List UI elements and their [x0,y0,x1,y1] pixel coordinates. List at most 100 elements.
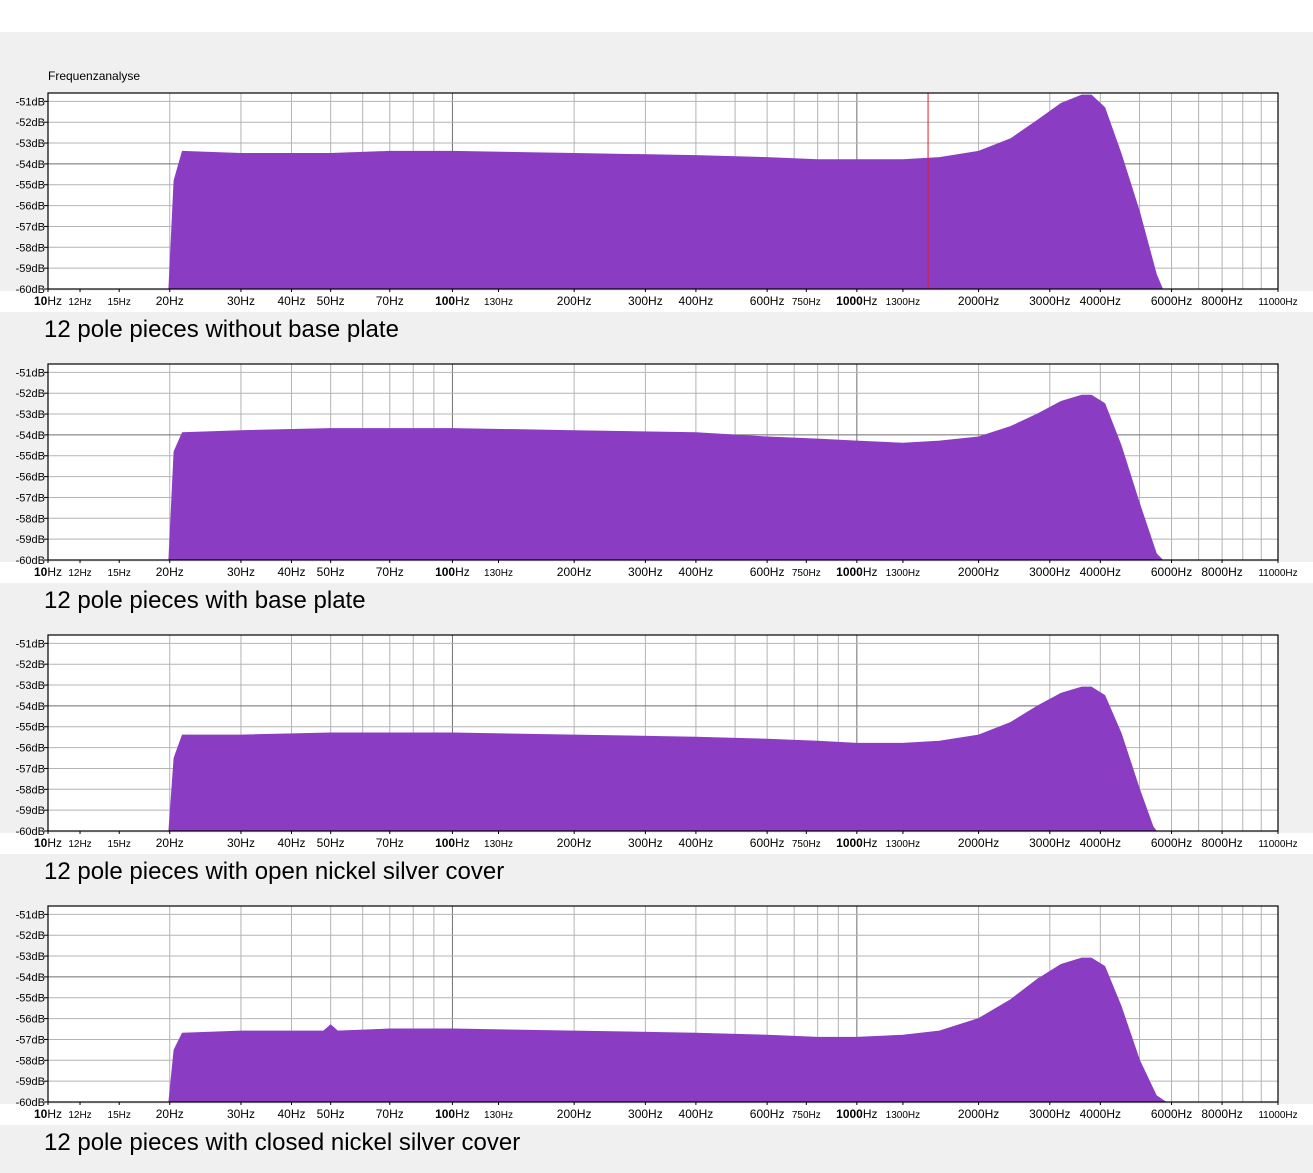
x-tick-label: 130Hz [484,568,513,579]
y-tick-label: -59dB [16,534,45,546]
x-tick-label: 1300Hz [886,839,920,850]
x-tick-label: 20Hz [156,294,184,308]
x-tick-label: 4000Hz [1080,1107,1121,1121]
x-tick-label: 200Hz [557,294,592,308]
y-tick-label: -59dB [16,1076,45,1088]
x-tick-label: 100Hz [435,294,470,308]
x-tick-label: 100Hz [435,565,470,579]
x-tick-label: 10Hz [34,565,62,579]
x-tick-label: 11000Hz [1258,297,1297,308]
y-tick-label: -55dB [16,180,45,192]
y-tick-label: -53dB [16,409,45,421]
x-tick-label: 70Hz [376,565,404,579]
x-tick-label: 1000Hz [836,294,877,308]
x-tick-label: 70Hz [376,294,404,308]
y-tick-label: -51dB [16,367,45,379]
x-tick-label: 8000Hz [1201,1107,1242,1121]
y-tick-label: -58dB [16,784,45,796]
x-tick-label: 10Hz [34,836,62,850]
chart-4: -51dB -52dB -53dB -54dB -55dB -56dB -57dB -58dB… [0,905,1313,1125]
y-tick-label: -57dB [16,492,45,504]
x-tick-label: 130Hz [484,297,513,308]
y-tick-label: -53dB [16,951,45,963]
x-tick-label: 400Hz [679,565,714,579]
x-tick-label: 15Hz [108,568,131,579]
y-tick-label: -54dB [16,159,45,171]
y-tick-label: -56dB [16,1014,45,1026]
y-tick-label: -52dB [16,659,45,671]
x-tick-label: 50Hz [317,836,345,850]
x-tick-label: 12Hz [68,839,91,850]
x-tick-label: 11000Hz [1258,568,1297,579]
x-tick-label: 6000Hz [1151,836,1192,850]
x-tick-label: 11000Hz [1258,839,1297,850]
y-tick-label: -54dB [16,972,45,984]
x-tick-label: 4000Hz [1080,836,1121,850]
x-tick-label: 11000Hz [1258,1110,1297,1121]
y-tick-label: -55dB [16,722,45,734]
x-tick-label: 40Hz [277,294,305,308]
x-tick-label: 30Hz [227,565,255,579]
y-tick-label: -59dB [16,805,45,817]
x-tick-label: 300Hz [628,836,663,850]
y-tick-label: -51dB [16,96,45,108]
y-tick-label: -58dB [16,513,45,525]
chart-1: -51dB -52dB -53dB -54dB -55dB -56dB -57dB -58dB… [0,92,1313,312]
x-tick-label: 10Hz [34,294,62,308]
x-tick-label: 12Hz [68,297,91,308]
x-tick-label: 1300Hz [886,297,920,308]
x-tick-label: 10Hz [34,1107,62,1121]
y-tick-label: -55dB [16,993,45,1005]
x-tick-label: 8000Hz [1201,294,1242,308]
y-tick-label: -52dB [16,388,45,400]
x-tick-label: 2000Hz [958,294,999,308]
x-tick-label: 3000Hz [1029,565,1070,579]
x-tick-label: 2000Hz [958,565,999,579]
x-tick-label: 200Hz [557,1107,592,1121]
x-tick-label: 50Hz [317,294,345,308]
x-tick-label: 400Hz [679,294,714,308]
x-tick-label: 20Hz [156,565,184,579]
x-tick-label: 400Hz [679,1107,714,1121]
chart-3: -51dB -52dB -53dB -54dB -55dB -56dB -57dB -58dB… [0,634,1313,854]
x-tick-label: 130Hz [484,839,513,850]
x-tick-label: 2000Hz [958,836,999,850]
x-tick-label: 300Hz [628,1107,663,1121]
x-tick-label: 20Hz [156,1107,184,1121]
x-tick-label: 70Hz [376,836,404,850]
x-tick-label: 3000Hz [1029,294,1070,308]
x-tick-label: 8000Hz [1201,836,1242,850]
x-tick-label: 2000Hz [958,1107,999,1121]
x-tick-label: 100Hz [435,836,470,850]
x-tick-label: 6000Hz [1151,1107,1192,1121]
x-tick-label: 750Hz [792,568,821,579]
x-tick-label: 4000Hz [1080,294,1121,308]
x-tick-label: 600Hz [750,836,785,850]
y-tick-label: -56dB [16,743,45,755]
x-tick-label: 1300Hz [886,568,920,579]
y-tick-label: -52dB [16,117,45,129]
x-tick-label: 750Hz [792,297,821,308]
x-tick-label: 6000Hz [1151,294,1192,308]
x-tick-label: 12Hz [68,1110,91,1121]
x-tick-label: 40Hz [277,1107,305,1121]
x-tick-label: 600Hz [750,565,785,579]
frequency-plots: -51dB -52dB -53dB -54dB -55dB -56dB -57dB -58dB… [0,92,1313,1125]
x-tick-label: 3000Hz [1029,1107,1070,1121]
x-tick-label: 70Hz [376,1107,404,1121]
x-tick-label: 400Hz [679,836,714,850]
x-tick-label: 200Hz [557,565,592,579]
y-tick-label: -58dB [16,242,45,254]
x-tick-label: 100Hz [435,1107,470,1121]
x-tick-label: 300Hz [628,294,663,308]
y-tick-label: -52dB [16,930,45,942]
x-tick-label: 30Hz [227,1107,255,1121]
x-tick-label: 600Hz [750,1107,785,1121]
y-tick-label: -55dB [16,451,45,463]
y-tick-label: -57dB [16,1034,45,1046]
x-tick-label: 1000Hz [836,565,877,579]
x-tick-label: 4000Hz [1080,565,1121,579]
y-tick-label: -51dB [16,638,45,650]
x-tick-label: 50Hz [317,1107,345,1121]
x-tick-label: 40Hz [277,565,305,579]
